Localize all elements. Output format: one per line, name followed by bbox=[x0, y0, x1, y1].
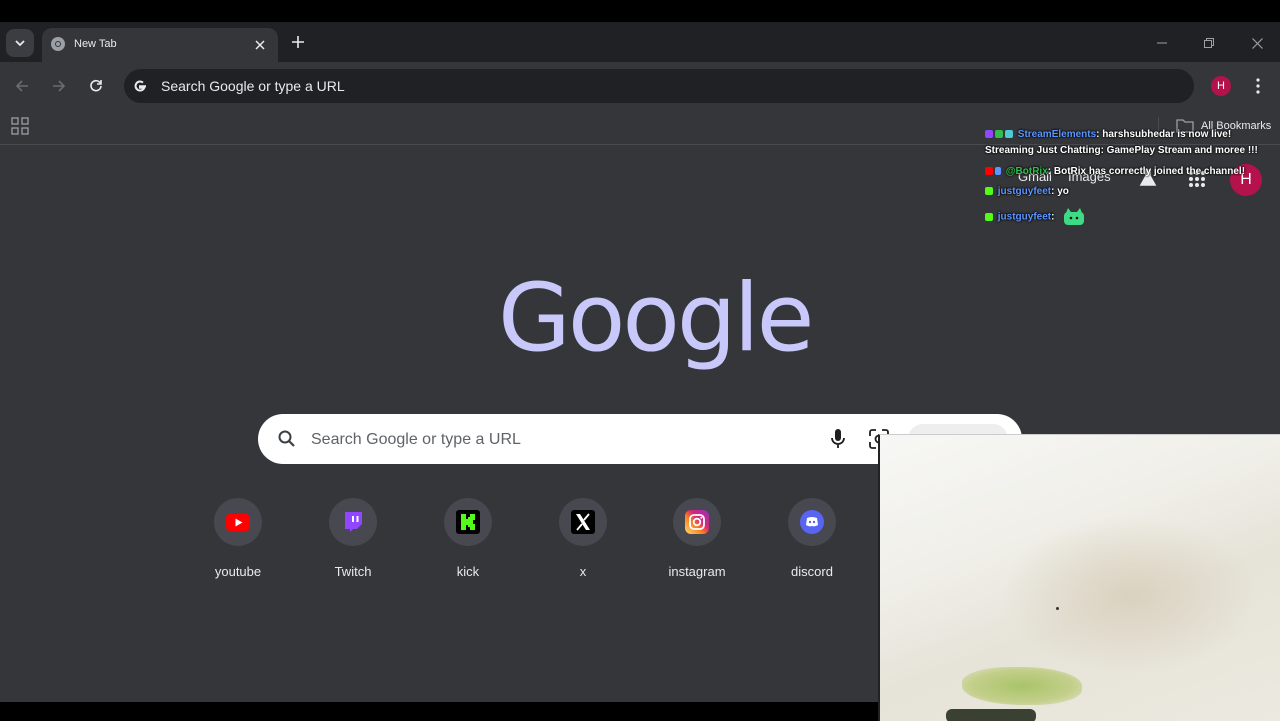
discord-icon bbox=[800, 510, 824, 534]
webcam-overlay bbox=[878, 434, 1280, 721]
chat-line: StreamElements: harshsubhedar is now liv… bbox=[985, 129, 1231, 140]
minimize-button[interactable] bbox=[1152, 33, 1172, 53]
shortcut-discord-tile bbox=[788, 498, 836, 546]
shortcut-label: youtube bbox=[214, 564, 262, 579]
shortcut-youtube[interactable]: youtube bbox=[183, 498, 293, 588]
shortcut-x[interactable]: x bbox=[528, 498, 638, 588]
new-tab-button[interactable] bbox=[288, 32, 308, 52]
chat-message: Streaming Just Chatting: GamePlay Stream… bbox=[985, 145, 1258, 156]
badge-icon bbox=[985, 167, 993, 176]
webcam-dot bbox=[1056, 607, 1059, 610]
restore-icon bbox=[1204, 38, 1214, 48]
restore-button[interactable] bbox=[1199, 33, 1219, 53]
twitch-icon bbox=[345, 512, 362, 532]
badge-icon bbox=[985, 130, 993, 139]
emote-icon bbox=[1064, 208, 1085, 225]
badge-icon bbox=[995, 130, 1003, 139]
shortcut-discord[interactable]: discord bbox=[757, 498, 867, 588]
forward-button[interactable] bbox=[47, 74, 71, 98]
shortcut-label: Twitch bbox=[334, 564, 372, 579]
close-window-button[interactable] bbox=[1247, 33, 1267, 53]
shortcut-label: x bbox=[579, 564, 587, 579]
x-icon bbox=[571, 510, 595, 534]
search-icon bbox=[278, 430, 295, 447]
shortcut-youtube-tile bbox=[214, 498, 262, 546]
chat-username: justguyfeet bbox=[997, 186, 1052, 197]
shortcut-twitch-tile bbox=[329, 498, 377, 546]
chat-message: : harshsubhedar is now live! bbox=[1096, 129, 1232, 140]
chrome-icon bbox=[51, 37, 65, 51]
webcam-plant bbox=[962, 667, 1082, 705]
reload-button[interactable] bbox=[84, 74, 108, 98]
badge-icon bbox=[1005, 130, 1013, 139]
close-icon bbox=[1251, 37, 1263, 49]
address-bar-text: Search Google or type a URL bbox=[161, 78, 345, 94]
chat-line: Streaming Just Chatting: GamePlay Stream… bbox=[985, 145, 1258, 156]
minimize-icon bbox=[1157, 42, 1167, 44]
chat-message: : bbox=[1051, 211, 1055, 223]
shortcut-label: instagram bbox=[668, 564, 726, 579]
kick-badge-icon bbox=[985, 187, 993, 196]
search-placeholder: Search Google or type a URL bbox=[311, 431, 521, 448]
badge-icon bbox=[995, 167, 1001, 176]
shortcut-label: kick bbox=[456, 564, 480, 579]
chat-message: : BotRix has correctly joined the channe… bbox=[1047, 166, 1246, 177]
arrow-right-icon bbox=[53, 80, 66, 92]
tab-title: New Tab bbox=[74, 38, 117, 50]
menu-button[interactable] bbox=[1248, 74, 1268, 98]
back-button[interactable] bbox=[10, 74, 34, 98]
webcam-object bbox=[946, 709, 1036, 721]
tab-new-tab[interactable]: New Tab bbox=[42, 28, 278, 62]
chevron-down-icon bbox=[15, 40, 25, 47]
shortcut-x-tile bbox=[559, 498, 607, 546]
tab-close-icon[interactable] bbox=[250, 35, 270, 55]
youtube-icon bbox=[226, 513, 250, 531]
apps-grid-icon[interactable] bbox=[11, 117, 29, 135]
microphone-icon[interactable] bbox=[828, 428, 848, 450]
chat-line: justguyfeet: bbox=[985, 208, 1085, 226]
shortcut-label: discord bbox=[791, 564, 833, 579]
chat-line: @BotRix: BotRix has correctly joined the… bbox=[985, 166, 1245, 177]
google-logo: Google bbox=[498, 264, 814, 373]
instagram-icon bbox=[685, 510, 709, 534]
tab-strip: New Tab bbox=[0, 22, 1280, 62]
plus-icon bbox=[292, 36, 304, 48]
shortcut-instagram-tile bbox=[673, 498, 721, 546]
toolbar: Search Google or type a URL H bbox=[0, 62, 1280, 110]
kick-icon bbox=[456, 510, 480, 534]
webcam-haze bbox=[1000, 515, 1260, 675]
chat-line: justguyfeet: yo bbox=[985, 186, 1069, 197]
shortcut-instagram[interactable]: instagram bbox=[642, 498, 752, 588]
chat-message: : yo bbox=[1051, 186, 1069, 197]
chat-username: justguyfeet bbox=[997, 211, 1052, 223]
shortcut-kick[interactable]: kick bbox=[413, 498, 523, 588]
shortcut-twitch[interactable]: Twitch bbox=[298, 498, 408, 588]
chat-username: @BotRix bbox=[1005, 166, 1048, 177]
address-bar[interactable]: Search Google or type a URL bbox=[124, 69, 1194, 103]
kick-badge-icon bbox=[985, 213, 993, 221]
reload-icon bbox=[90, 79, 102, 92]
tab-search-button[interactable] bbox=[6, 29, 34, 57]
google-icon bbox=[134, 80, 146, 92]
more-vert-icon bbox=[1256, 78, 1260, 94]
arrow-left-icon bbox=[15, 80, 28, 92]
shortcut-kick-tile bbox=[444, 498, 492, 546]
chat-username: StreamElements bbox=[1017, 129, 1097, 140]
profile-avatar[interactable]: H bbox=[1211, 76, 1231, 96]
